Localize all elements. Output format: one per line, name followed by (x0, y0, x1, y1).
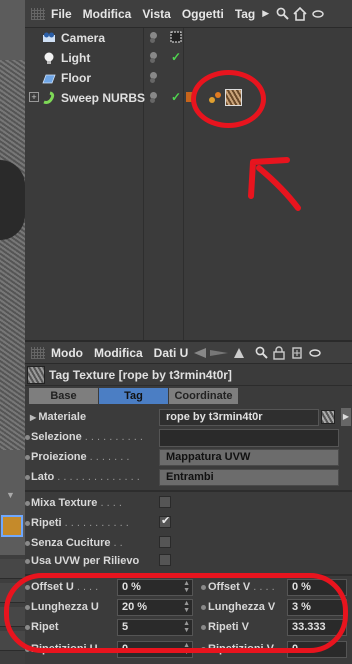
panel-menu-icon[interactable] (308, 346, 322, 360)
object-manager: File Modifica Vista Oggetti Tag ▶ Camera… (25, 0, 352, 340)
repeat-label: Ripeti . . . . . . . . . . . (31, 517, 129, 529)
search-icon[interactable] (254, 346, 268, 360)
animation-dot[interactable] (25, 435, 30, 440)
prop-selection: Selezione . . . . . . . . . . (25, 428, 352, 448)
seamless-checkbox[interactable] (159, 536, 171, 548)
material-menu-arrow-icon[interactable]: ▶ (341, 408, 351, 426)
selection-label-text: Selezione (31, 431, 82, 443)
animation-dot[interactable] (25, 501, 30, 506)
uvw-bump-label: Usa UVW per Rilievo (31, 555, 140, 567)
viewport-3d[interactable]: ▼ (0, 0, 25, 664)
side-label: Lato . . . . . . . . . . . . . . (31, 471, 140, 483)
projection-label-text: Proiezione (31, 451, 87, 463)
prop-material: ▶ Materiale rope by t3rmin4t0r ▶ (25, 408, 352, 428)
seamless-label: Senza Cuciture . . (31, 537, 123, 549)
label-leader-dots: . . . . . . . . . . . (61, 517, 129, 529)
prop-side: Lato . . . . . . . . . . . . . . Entramb… (25, 468, 352, 488)
tab-coordinate[interactable]: Coordinate (169, 388, 239, 404)
attribute-title-bar: Tag Texture [rope by t3rmin4t0r] (25, 364, 352, 386)
selection-field[interactable] (159, 429, 339, 447)
texture-tag-icon (27, 365, 45, 384)
animation-dot[interactable] (25, 475, 30, 480)
annotation-oval (4, 573, 348, 653)
material-preview-icon (321, 410, 335, 424)
menu-modifica[interactable]: Modifica (94, 346, 143, 360)
viewport-arrow-icon[interactable]: ▼ (6, 490, 15, 500)
mix-texture-checkbox[interactable] (159, 496, 171, 508)
label-leader-dots: . . . . . . . . . . (81, 431, 143, 443)
film-strip-icon[interactable] (1, 515, 23, 537)
annotation-arrow (248, 157, 301, 211)
mix-texture-label: Mixa Texture . . . . (31, 497, 122, 509)
repeat-checkbox[interactable] (159, 514, 171, 528)
prop-projection: Proiezione . . . . . . . Mappatura UVW (25, 448, 352, 468)
up-arrow-icon[interactable] (232, 346, 246, 360)
prop-repeat: Ripeti . . . . . . . . . . . (25, 514, 352, 534)
side-dropdown[interactable]: Entrambi (159, 469, 339, 486)
projection-label: Proiezione . . . . . . . (31, 451, 129, 463)
material-label-text: Materiale (38, 411, 87, 423)
menu-modo[interactable]: Modo (51, 346, 83, 360)
animation-dot[interactable] (25, 559, 30, 564)
animation-dot[interactable] (25, 521, 30, 526)
repeat-label-text: Ripeti (31, 517, 62, 529)
prop-mix-texture: Mixa Texture . . . . (25, 494, 352, 514)
projection-dropdown[interactable]: Mappatura UVW (159, 449, 339, 466)
label-leader-dots: . . . . . . . . . . . . . . (54, 471, 140, 483)
seamless-label-text: Senza Cuciture (31, 537, 111, 549)
mix-texture-label-text: Mixa Texture (31, 497, 98, 509)
prop-seamless: Senza Cuciture . . (25, 534, 352, 554)
uvw-bump-checkbox[interactable] (159, 554, 171, 566)
attribute-title: Tag Texture [rope by t3rmin4t0r] (49, 367, 232, 382)
label-leader-dots: . . . . (97, 497, 122, 509)
attribute-tabs: Base Tag Coordinate (29, 388, 352, 406)
back-forward-arrows-icon[interactable] (192, 346, 232, 360)
attribute-manager-menubar: Modo Modifica Dati U (25, 342, 352, 364)
prop-uvw-bump: Usa UVW per Rilievo (25, 552, 352, 572)
side-control[interactable] (0, 559, 25, 579)
new-panel-icon[interactable] (290, 346, 304, 360)
tab-tag[interactable]: Tag (99, 388, 169, 404)
grip-icon[interactable] (31, 346, 45, 359)
material-link-field[interactable]: rope by t3rmin4t0r (159, 409, 319, 426)
menu-dati-utente[interactable]: Dati U (154, 346, 189, 360)
animation-dot[interactable] (25, 541, 30, 546)
selection-label: Selezione . . . . . . . . . . (31, 431, 143, 443)
material-label: ▶ Materiale (30, 411, 86, 423)
animation-dot[interactable] (25, 455, 30, 460)
viewport-rope-object (0, 160, 25, 240)
section-divider (25, 490, 352, 492)
label-leader-dots: . . (110, 537, 123, 549)
side-label-text: Lato (31, 471, 55, 483)
tab-base[interactable]: Base (29, 388, 99, 404)
lock-icon[interactable] (272, 345, 286, 360)
label-leader-dots: . . . . . . . (86, 451, 130, 463)
viewport-floor-grid (0, 60, 25, 450)
